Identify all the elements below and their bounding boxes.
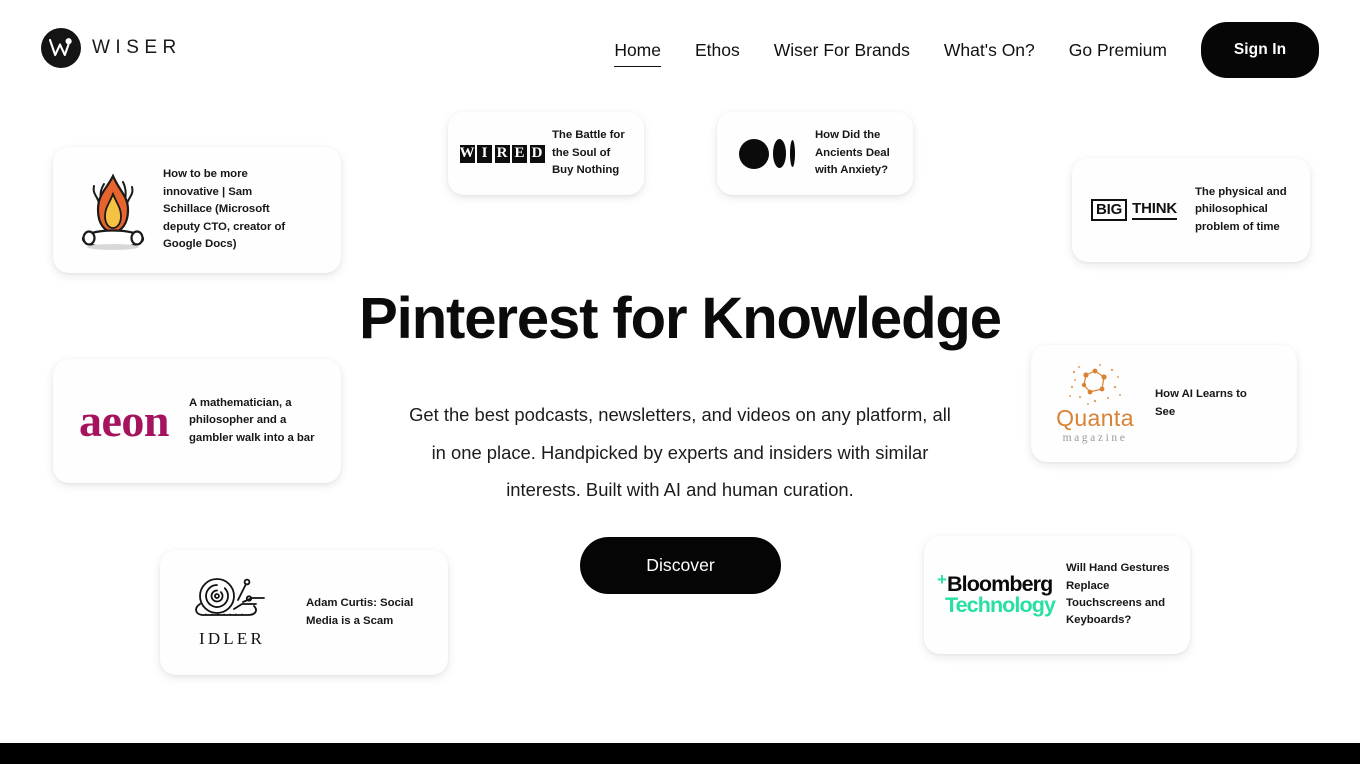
content-card-campfire[interactable]: How to be more innovative | Sam Schillac… <box>53 147 341 273</box>
card-title-aeon: A mathematician, a philosopher and a gam… <box>189 396 315 444</box>
bloomberg-technology-logo-icon: + Bloomberg Technology <box>933 570 1059 617</box>
nav-item-wiser-for-brands[interactable]: Wiser For Brands <box>774 33 910 68</box>
content-card-quanta[interactable]: Quanta magazine How AI Learns to See <box>1031 345 1297 462</box>
quanta-constellation-icon: Quanta magazine <box>1047 363 1143 444</box>
brand-logo[interactable]: WISER <box>41 28 182 68</box>
wired-letter-w: W <box>459 144 475 163</box>
nav-item-ethos[interactable]: Ethos <box>695 33 740 68</box>
content-card-wired[interactable]: W I R E D The Battle for the Soul of Buy… <box>448 112 644 195</box>
idler-wordmark: IDLER <box>198 629 266 648</box>
wired-letter-e: E <box>512 144 527 163</box>
quanta-wordmark: Quanta <box>1056 405 1134 431</box>
wired-letter-r: R <box>494 144 510 163</box>
aeon-wordmark: aeon <box>79 395 170 446</box>
card-title-medium: How Did the Ancients Deal with Anxiety? <box>815 129 890 177</box>
wired-letter-d: D <box>529 144 545 163</box>
site-header: WISER Home Ethos Wiser For Brands What's… <box>0 0 1360 100</box>
big-think-word-big: BIG <box>1091 199 1128 221</box>
bloomberg-technology-wordmark: Technology <box>944 592 1056 617</box>
campfire-illustration-icon <box>71 168 155 252</box>
nav-item-whats-on[interactable]: What's On? <box>944 33 1035 68</box>
aeon-logo-icon: aeon <box>69 398 179 444</box>
card-title-bloomberg: Will Hand Gestures Replace Touchscreens … <box>1066 562 1170 627</box>
content-card-big-think[interactable]: BIG THINK The physical and philosophical… <box>1072 158 1310 262</box>
card-title-quanta: How AI Learns to See <box>1155 388 1247 418</box>
main-navigation: Home Ethos Wiser For Brands What's On? G… <box>614 22 1319 78</box>
page-root: WISER Home Ethos Wiser For Brands What's… <box>0 0 1360 764</box>
card-title-wired: The Battle for the Soul of Buy Nothing <box>552 129 625 177</box>
page-title: Pinterest for Knowledge <box>359 286 1002 351</box>
wiser-w-logo-icon <box>41 28 81 68</box>
hero-subtitle: Get the best podcasts, newsletters, and … <box>409 404 951 501</box>
wired-logo-icon: W I R E D <box>459 144 545 163</box>
content-card-idler[interactable]: IDLER Adam Curtis: Social Media is a Sca… <box>160 550 448 675</box>
quanta-subword: magazine <box>1062 432 1128 444</box>
brand-name: WISER <box>92 37 182 58</box>
card-title-idler: Adam Curtis: Social Media is a Scam <box>306 597 414 627</box>
sign-in-button[interactable]: Sign In <box>1201 22 1319 78</box>
content-card-aeon[interactable]: aeon A mathematician, a philosopher and … <box>53 359 341 483</box>
big-think-logo-icon: BIG THINK <box>1087 199 1181 221</box>
medium-logo-icon <box>731 138 803 169</box>
content-card-medium[interactable]: How Did the Ancients Deal with Anxiety? <box>717 112 913 195</box>
discover-button[interactable]: Discover <box>580 537 781 594</box>
card-title-big-think: The physical and philosophical problem o… <box>1195 185 1287 233</box>
idler-snail-icon: IDLER <box>180 576 284 649</box>
nav-item-home[interactable]: Home <box>614 33 661 68</box>
card-title-campfire: How to be more innovative | Sam Schillac… <box>163 168 286 251</box>
nav-item-go-premium[interactable]: Go Premium <box>1069 33 1167 68</box>
footer-bar <box>0 743 1360 764</box>
content-card-bloomberg-technology[interactable]: + Bloomberg Technology Will Hand Gesture… <box>924 536 1190 654</box>
wired-letter-i: I <box>477 144 492 163</box>
bloomberg-plus-icon: + <box>936 570 947 589</box>
big-think-word-think: THINK <box>1132 200 1177 220</box>
